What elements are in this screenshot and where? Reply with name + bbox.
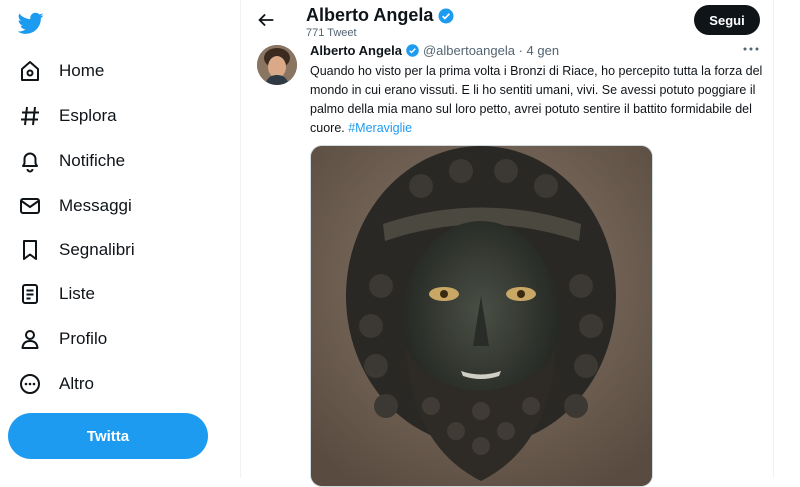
envelope-icon — [20, 198, 40, 214]
profile-header-name: Alberto Angela — [306, 5, 455, 26]
column-divider — [240, 0, 241, 478]
bookmark-icon — [23, 240, 37, 260]
sidebar-item-label: Profilo — [59, 329, 108, 348]
sidebar: Home Esplora Notifiche Messaggi Segnalib… — [0, 0, 240, 478]
follow-button[interactable]: Segui — [694, 5, 760, 35]
sidebar-item-profilo[interactable]: Profilo — [18, 321, 107, 357]
sidebar-item-altro[interactable]: Altro — [18, 366, 94, 402]
list-icon — [22, 284, 38, 304]
sidebar-item-label: Home — [59, 61, 105, 80]
sidebar-item-label: Liste — [59, 284, 95, 303]
sidebar-item-label: Esplora — [59, 106, 117, 125]
sidebar-item-segnalibri[interactable]: Segnalibri — [18, 232, 135, 268]
sidebar-item-notifiche[interactable]: Notifiche — [18, 143, 125, 179]
avatar-image — [257, 45, 297, 85]
back-arrow-icon[interactable] — [255, 9, 277, 31]
hashtag-link[interactable]: #Meraviglie — [348, 121, 412, 135]
avatar[interactable] — [257, 45, 297, 85]
bronze-statue-photo — [311, 146, 652, 486]
page-title: Alberto Angela — [306, 5, 434, 25]
sidebar-item-home[interactable]: Home — [18, 53, 104, 89]
tweet-author-name[interactable]: Alberto Angela — [310, 43, 402, 58]
sidebar-item-label: Segnalibri — [59, 240, 135, 259]
bell-icon — [22, 152, 38, 173]
column-divider — [773, 0, 774, 478]
verified-badge-icon — [406, 44, 419, 57]
tweet-date[interactable]: 4 gen — [527, 43, 560, 58]
sidebar-item-liste[interactable]: Liste — [18, 276, 95, 312]
home-icon — [21, 61, 39, 81]
tweet-text: Quando ho visto per la prima volta i Bro… — [310, 62, 765, 138]
sidebar-item-label: Altro — [59, 374, 94, 393]
tweet-media-image[interactable] — [310, 145, 653, 487]
person-icon — [21, 330, 39, 349]
tweet-count: 771 Tweet — [306, 27, 357, 39]
sidebar-item-messaggi[interactable]: Messaggi — [18, 188, 132, 224]
sidebar-item-label: Notifiche — [59, 151, 126, 170]
sidebar-item-esplora[interactable]: Esplora — [18, 98, 117, 134]
meta-separator: · — [514, 43, 527, 58]
more-circle-icon — [20, 374, 40, 394]
verified-badge-icon — [438, 8, 454, 23]
more-options-icon[interactable] — [741, 41, 761, 57]
hashtag-icon — [21, 106, 39, 126]
tweet-header: Alberto Angela @albertoangela · 4 gen — [310, 43, 559, 58]
twitter-logo-icon[interactable] — [16, 10, 46, 36]
tweet-button[interactable]: Twitta — [8, 413, 208, 459]
tweet-handle[interactable]: @albertoangela — [423, 43, 515, 58]
sidebar-item-label: Messaggi — [59, 196, 132, 215]
